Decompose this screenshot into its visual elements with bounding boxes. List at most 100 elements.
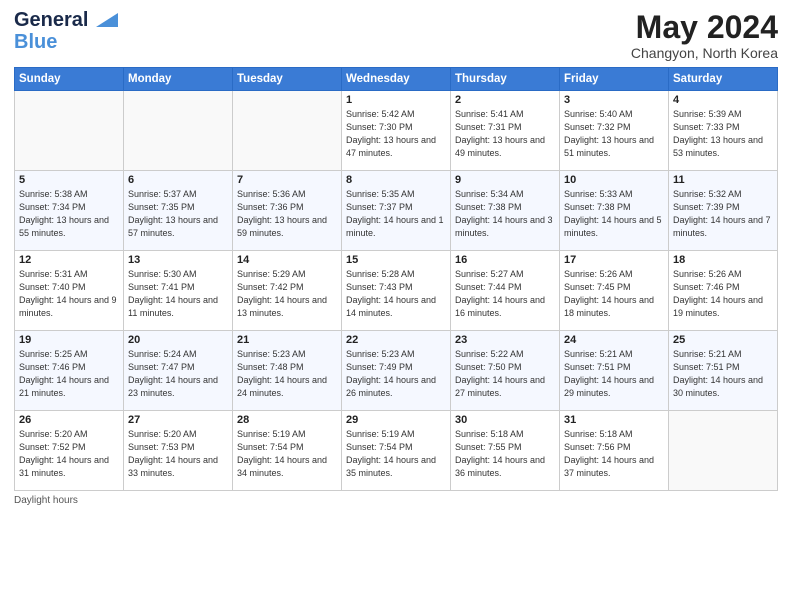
day-number: 24: [564, 334, 664, 346]
table-row: 11 Sunrise: 5:32 AMSunset: 7:39 PMDayligh…: [669, 171, 778, 251]
day-info: Sunrise: 5:20 AMSunset: 7:52 PMDaylight:…: [19, 428, 119, 480]
table-row: 5 Sunrise: 5:38 AMSunset: 7:34 PMDaylight…: [15, 171, 124, 251]
day-info: Sunrise: 5:29 AMSunset: 7:42 PMDaylight:…: [237, 268, 337, 320]
day-info: Sunrise: 5:30 AMSunset: 7:41 PMDaylight:…: [128, 268, 228, 320]
day-info: Sunrise: 5:41 AMSunset: 7:31 PMDaylight:…: [455, 108, 555, 160]
table-row: 2Sunrise: 5:41 AMSunset: 7:31 PMDaylight…: [451, 91, 560, 171]
header-wednesday: Wednesday: [342, 68, 451, 91]
day-info: Sunrise: 5:19 AMSunset: 7:54 PMDaylight:…: [346, 428, 446, 480]
day-info: Sunrise: 5:19 AMSunset: 7:54 PMDaylight:…: [237, 428, 337, 480]
daylight-label: Daylight hours: [14, 495, 78, 506]
day-info: Sunrise: 5:21 AMSunset: 7:51 PMDaylight:…: [673, 348, 773, 400]
day-number: 23: [455, 334, 555, 346]
day-number: 14: [237, 254, 337, 266]
day-info: Sunrise: 5:21 AMSunset: 7:51 PMDaylight:…: [564, 348, 664, 400]
footer: Daylight hours: [14, 495, 778, 506]
day-number: 25: [673, 334, 773, 346]
day-info: Sunrise: 5:36 AMSunset: 7:36 PMDaylight:…: [237, 188, 337, 240]
logo-general: General: [14, 9, 88, 31]
day-info: Sunrise: 5:23 AMSunset: 7:48 PMDaylight:…: [237, 348, 337, 400]
day-info: Sunrise: 5:32 AMSunset: 7:39 PMDaylight:…: [673, 188, 773, 240]
day-number: 12: [19, 254, 119, 266]
table-row: 7 Sunrise: 5:36 AMSunset: 7:36 PMDaylight…: [233, 171, 342, 251]
header-thursday: Thursday: [451, 68, 560, 91]
table-row: 6 Sunrise: 5:37 AMSunset: 7:35 PMDaylight…: [124, 171, 233, 251]
table-row: 4Sunrise: 5:39 AMSunset: 7:33 PMDaylight…: [669, 91, 778, 171]
day-info: Sunrise: 5:18 AMSunset: 7:55 PMDaylight:…: [455, 428, 555, 480]
table-row: 12 Sunrise: 5:31 AMSunset: 7:40 PMDayligh…: [15, 251, 124, 331]
table-row: 17 Sunrise: 5:26 AMSunset: 7:45 PMDayligh…: [560, 251, 669, 331]
day-info: Sunrise: 5:18 AMSunset: 7:56 PMDaylight:…: [564, 428, 664, 480]
table-row: 16Sunrise: 5:27 AMSunset: 7:44 PMDayligh…: [451, 251, 560, 331]
day-info: Sunrise: 5:37 AMSunset: 7:35 PMDaylight:…: [128, 188, 228, 240]
day-info: Sunrise: 5:22 AMSunset: 7:50 PMDaylight:…: [455, 348, 555, 400]
day-number: 11: [673, 174, 773, 186]
calendar-table: Sunday Monday Tuesday Wednesday Thursday…: [14, 67, 778, 491]
table-row: [15, 91, 124, 171]
day-number: 4: [673, 94, 773, 106]
table-row: 24 Sunrise: 5:21 AMSunset: 7:51 PMDayligh…: [560, 331, 669, 411]
day-number: 26: [19, 414, 119, 426]
day-number: 16: [455, 254, 555, 266]
day-number: 9: [455, 174, 555, 186]
table-row: 21Sunrise: 5:23 AMSunset: 7:48 PMDayligh…: [233, 331, 342, 411]
day-info: Sunrise: 5:28 AMSunset: 7:43 PMDaylight:…: [346, 268, 446, 320]
day-info: Sunrise: 5:31 AMSunset: 7:40 PMDaylight:…: [19, 268, 119, 320]
day-number: 30: [455, 414, 555, 426]
day-number: 29: [346, 414, 446, 426]
table-row: 13 Sunrise: 5:30 AMSunset: 7:41 PMDayligh…: [124, 251, 233, 331]
day-number: 3: [564, 94, 664, 106]
header-monday: Monday: [124, 68, 233, 91]
day-number: 28: [237, 414, 337, 426]
page: General Blue May 2024 Changyon, North Ko…: [0, 0, 792, 612]
header: General Blue May 2024 Changyon, North Ko…: [14, 10, 778, 61]
day-number: 5: [19, 174, 119, 186]
day-info: Sunrise: 5:26 AMSunset: 7:45 PMDaylight:…: [564, 268, 664, 320]
day-info: Sunrise: 5:35 AMSunset: 7:37 PMDaylight:…: [346, 188, 446, 240]
title-block: May 2024 Changyon, North Korea: [631, 10, 778, 61]
calendar-week-row: 5 Sunrise: 5:38 AMSunset: 7:34 PMDaylight…: [15, 171, 778, 251]
table-row: 14 Sunrise: 5:29 AMSunset: 7:42 PMDayligh…: [233, 251, 342, 331]
table-row: 20Sunrise: 5:24 AMSunset: 7:47 PMDayligh…: [124, 331, 233, 411]
header-friday: Friday: [560, 68, 669, 91]
table-row: 9 Sunrise: 5:34 AMSunset: 7:38 PMDaylight…: [451, 171, 560, 251]
table-row: 27Sunrise: 5:20 AMSunset: 7:53 PMDayligh…: [124, 411, 233, 491]
day-info: Sunrise: 5:40 AMSunset: 7:32 PMDaylight:…: [564, 108, 664, 160]
location: Changyon, North Korea: [631, 45, 778, 61]
day-number: 31: [564, 414, 664, 426]
day-info: Sunrise: 5:34 AMSunset: 7:38 PMDaylight:…: [455, 188, 555, 240]
calendar-week-row: 26 Sunrise: 5:20 AMSunset: 7:52 PMDayligh…: [15, 411, 778, 491]
day-number: 13: [128, 254, 228, 266]
day-info: Sunrise: 5:33 AMSunset: 7:38 PMDaylight:…: [564, 188, 664, 240]
logo-blue: Blue: [14, 31, 57, 53]
header-saturday: Saturday: [669, 68, 778, 91]
day-number: 19: [19, 334, 119, 346]
day-info: Sunrise: 5:38 AMSunset: 7:34 PMDaylight:…: [19, 188, 119, 240]
table-row: 8Sunrise: 5:35 AMSunset: 7:37 PMDaylight…: [342, 171, 451, 251]
logo-icon: [96, 11, 118, 31]
table-row: 3 Sunrise: 5:40 AMSunset: 7:32 PMDaylight…: [560, 91, 669, 171]
day-number: 10: [564, 174, 664, 186]
calendar-week-row: 19 Sunrise: 5:25 AMSunset: 7:46 PMDayligh…: [15, 331, 778, 411]
table-row: [669, 411, 778, 491]
table-row: 23 Sunrise: 5:22 AMSunset: 7:50 PMDayligh…: [451, 331, 560, 411]
table-row: 19 Sunrise: 5:25 AMSunset: 7:46 PMDayligh…: [15, 331, 124, 411]
logo: General Blue: [14, 10, 118, 53]
day-number: 17: [564, 254, 664, 266]
day-info: Sunrise: 5:25 AMSunset: 7:46 PMDaylight:…: [19, 348, 119, 400]
day-number: 22: [346, 334, 446, 346]
header-tuesday: Tuesday: [233, 68, 342, 91]
day-info: Sunrise: 5:20 AMSunset: 7:53 PMDaylight:…: [128, 428, 228, 480]
table-row: 28 Sunrise: 5:19 AMSunset: 7:54 PMDayligh…: [233, 411, 342, 491]
header-sunday: Sunday: [15, 68, 124, 91]
table-row: 22Sunrise: 5:23 AMSunset: 7:49 PMDayligh…: [342, 331, 451, 411]
day-number: 15: [346, 254, 446, 266]
table-row: [233, 91, 342, 171]
table-row: 1Sunrise: 5:42 AMSunset: 7:30 PMDaylight…: [342, 91, 451, 171]
table-row: 10 Sunrise: 5:33 AMSunset: 7:38 PMDayligh…: [560, 171, 669, 251]
calendar-header-row: Sunday Monday Tuesday Wednesday Thursday…: [15, 68, 778, 91]
day-number: 6: [128, 174, 228, 186]
calendar-week-row: 1Sunrise: 5:42 AMSunset: 7:30 PMDaylight…: [15, 91, 778, 171]
day-number: 7: [237, 174, 337, 186]
day-number: 20: [128, 334, 228, 346]
